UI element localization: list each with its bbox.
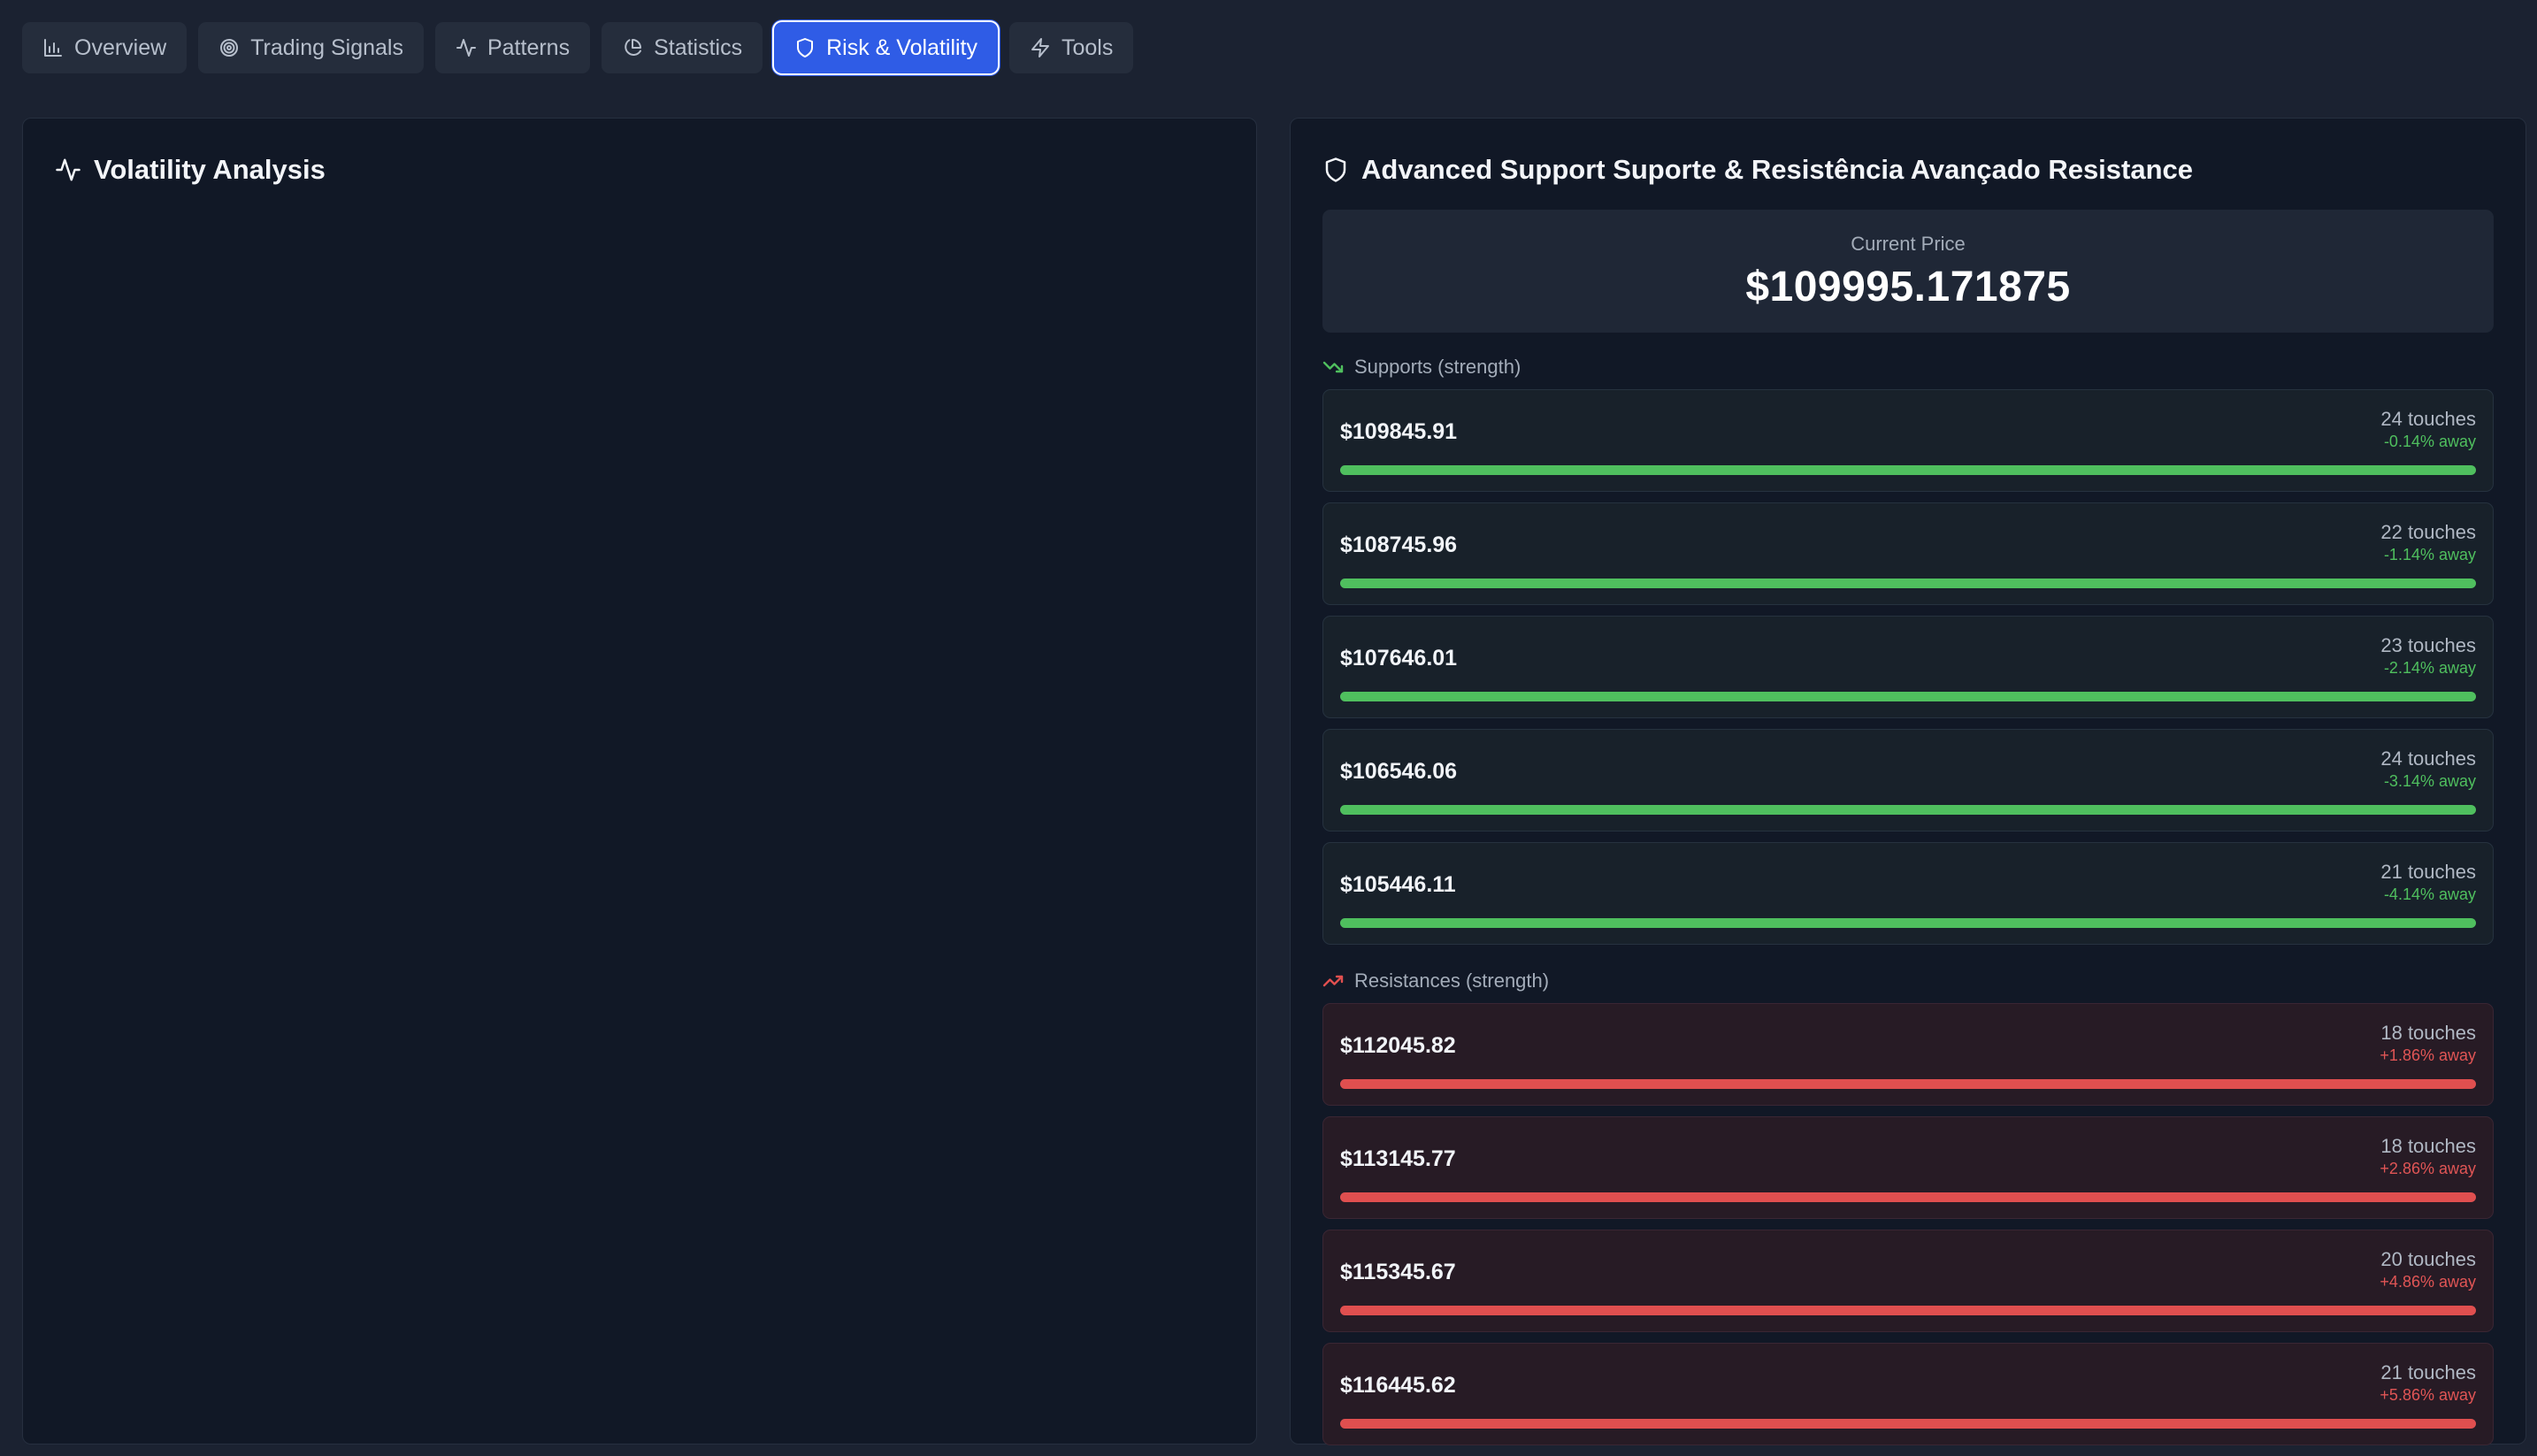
volatility-analysis-panel: Volatility Analysis: [22, 118, 1257, 1445]
tab-statistics[interactable]: Statistics: [602, 22, 763, 73]
supports-list: $109845.91 24 touches -0.14% away $108745.9…: [1322, 389, 2494, 955]
strength-bar-fill: [1340, 1079, 2476, 1089]
level-distance: -3.14% away: [2383, 772, 2476, 790]
panel-title: Volatility Analysis: [55, 154, 326, 186]
support-resistance-title: Advanced Support Suporte & Resistência A…: [1361, 154, 2194, 185]
resistance-level-row: $112045.82 18 touches +1.86% away: [1322, 1003, 2494, 1106]
strength-bar-fill: [1340, 1419, 2476, 1429]
resistance-level-row: $113145.77 18 touches +2.86% away: [1322, 1116, 2494, 1219]
tab-label: Statistics: [654, 34, 743, 60]
level-distance: +2.86% away: [2380, 1160, 2476, 1177]
support-resistance-panel: Advanced Support Suporte & Resistência A…: [1290, 118, 2526, 1445]
activity-icon: [456, 39, 476, 57]
strength-bar-fill: [1340, 579, 2476, 588]
strength-bar-fill: [1340, 805, 2476, 815]
pie-chart-icon: [625, 39, 642, 56]
strength-bar: [1340, 692, 2476, 701]
level-distance: -4.14% away: [2383, 885, 2476, 903]
tab-label: Patterns: [487, 34, 571, 60]
shield-icon: [797, 38, 814, 57]
current-price-card: Current Price $109995.171875: [1322, 210, 2494, 333]
supports-section-label: Supports (strength): [1322, 356, 1521, 379]
support-level-row: $106546.06 24 touches -3.14% away: [1322, 729, 2494, 831]
level-price: $106546.06: [1340, 759, 1458, 784]
current-price-value: $109995.171875: [1745, 264, 2071, 310]
activity-icon: [56, 158, 80, 181]
strength-bar: [1340, 1192, 2476, 1202]
tab-trading-signals[interactable]: Trading Signals: [198, 22, 424, 73]
strength-bar: [1340, 1306, 2476, 1315]
level-price: $108745.96: [1340, 533, 1458, 557]
level-touches: 21 touches: [2380, 1361, 2476, 1383]
strength-bar: [1340, 465, 2476, 475]
level-price: $105446.11: [1340, 872, 1456, 897]
trending-down-icon: [1322, 361, 1344, 373]
level-distance: -1.14% away: [2383, 546, 2476, 563]
level-distance: +4.86% away: [2380, 1273, 2476, 1291]
strength-bar-fill: [1340, 692, 2476, 701]
strength-bar-fill: [1340, 1306, 2476, 1315]
level-price: $113145.77: [1340, 1146, 1456, 1171]
level-price: $107646.01: [1340, 646, 1458, 671]
tab-bar: Overview Trading Signals Patterns Statis…: [22, 22, 1134, 75]
tab-label: Risk & Volatility: [826, 34, 977, 60]
level-price: $115345.67: [1340, 1260, 1456, 1284]
level-distance: -0.14% away: [2383, 433, 2476, 450]
resistances-label: Resistances (strength): [1354, 969, 1550, 992]
supports-label: Supports (strength): [1354, 356, 1521, 378]
strength-bar-fill: [1340, 918, 2476, 928]
shield-icon: [1325, 157, 1346, 182]
support-level-row: $105446.11 21 touches -4.14% away: [1322, 842, 2494, 945]
support-level-row: $107646.01 23 touches -2.14% away: [1322, 616, 2494, 718]
level-distance: +5.86% away: [2380, 1386, 2476, 1404]
tab-patterns[interactable]: Patterns: [434, 22, 591, 73]
level-price: $116445.62: [1340, 1373, 1456, 1398]
resistances-section-label: Resistances (strength): [1322, 969, 1549, 992]
level-price: $112045.82: [1340, 1033, 1456, 1058]
support-level-row: $109845.91 24 touches -0.14% away: [1322, 389, 2494, 492]
resistance-level-row: $115345.67 20 touches +4.86% away: [1322, 1230, 2494, 1332]
strength-bar: [1340, 918, 2476, 928]
tab-risk-volatility[interactable]: Risk & Volatility: [774, 22, 998, 73]
resistance-level-row: $116445.62 21 touches +5.86% away: [1322, 1343, 2494, 1445]
level-touches: 18 touches: [2380, 1135, 2476, 1157]
level-distance: +1.86% away: [2380, 1046, 2476, 1064]
target-icon: [220, 39, 239, 57]
support-level-row: $108745.96 22 touches -1.14% away: [1322, 502, 2494, 605]
level-touches: 22 touches: [2380, 521, 2476, 543]
level-price: $109845.91: [1340, 419, 1458, 444]
level-touches: 24 touches: [2380, 408, 2476, 430]
tab-tools[interactable]: Tools: [1009, 22, 1134, 73]
zap-icon: [1031, 38, 1049, 57]
strength-bar: [1340, 1419, 2476, 1429]
strength-bar: [1340, 579, 2476, 588]
tab-label: Tools: [1062, 34, 1114, 60]
current-price-label: Current Price: [1851, 233, 1966, 255]
strength-bar-fill: [1340, 465, 2476, 475]
strength-bar: [1340, 1079, 2476, 1089]
strength-bar-fill: [1340, 1192, 2476, 1202]
tab-label: Overview: [74, 34, 167, 60]
level-touches: 24 touches: [2380, 747, 2476, 770]
bar-chart-icon: [44, 39, 62, 57]
level-touches: 20 touches: [2380, 1248, 2476, 1270]
level-touches: 23 touches: [2380, 634, 2476, 656]
tab-overview[interactable]: Overview: [22, 22, 188, 73]
strength-bar: [1340, 805, 2476, 815]
tab-label: Trading Signals: [250, 34, 403, 60]
trending-up-icon: [1322, 975, 1344, 987]
level-touches: 21 touches: [2380, 861, 2476, 883]
resistances-list: $112045.82 18 touches +1.86% away $113145.7…: [1322, 1003, 2494, 1456]
volatility-title: Volatility Analysis: [94, 154, 326, 185]
level-distance: -2.14% away: [2383, 659, 2476, 677]
level-touches: 18 touches: [2380, 1022, 2476, 1044]
panel-title: Advanced Support Suporte & Resistência A…: [1322, 154, 2193, 186]
